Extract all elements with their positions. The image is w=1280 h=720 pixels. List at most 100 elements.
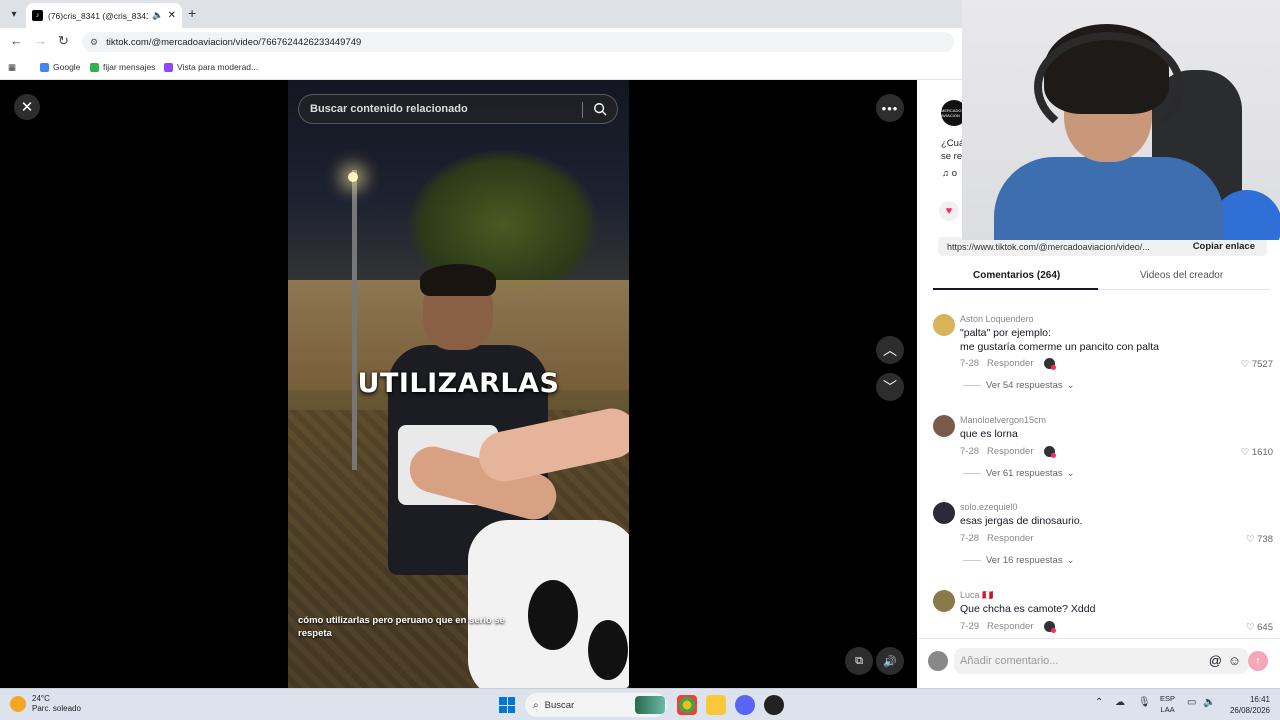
tiktok-icon: ♪	[32, 10, 43, 21]
reply-button[interactable]: Responder	[987, 533, 1033, 544]
forward-icon[interactable]: →	[34, 33, 47, 48]
comment-meta: 7-28 Responder	[960, 446, 1056, 458]
commenter-username[interactable]: solo.ezequiel0	[960, 502, 1018, 512]
bookmark-vista-moderador[interactable]: Vista para moderad...	[164, 62, 258, 72]
tab-close-icon[interactable]: ✕	[168, 10, 176, 21]
reload-icon[interactable]: ↻	[58, 33, 69, 49]
chrome-icon[interactable]	[677, 695, 697, 715]
search-icon[interactable]	[593, 102, 607, 116]
reply-button[interactable]: Responder	[987, 446, 1033, 457]
comment-text: "palta" por ejemplo: me gustaría comerme…	[960, 327, 1260, 354]
apps-icon[interactable]: ▦	[8, 62, 16, 73]
volume-icon[interactable]: 🔉	[1203, 697, 1215, 708]
commenter-avatar[interactable]	[933, 314, 955, 336]
taskbar-search[interactable]: ⌕ Buscar	[525, 693, 667, 717]
tab-search-icon[interactable]: ▾	[4, 4, 24, 24]
webcam-overlay	[962, 0, 1280, 240]
reply-button[interactable]: Responder	[987, 621, 1033, 632]
previous-video-button[interactable]: ︿	[876, 336, 904, 364]
commenter-username[interactable]: Manoloelvergon15cm	[960, 415, 1046, 425]
send-comment-button[interactable]: ↑	[1248, 651, 1268, 671]
like-count: 738	[1257, 534, 1273, 545]
view-replies-button[interactable]: Ver 16 respuestas ⌄	[963, 555, 1075, 566]
more-icon: •••	[881, 100, 899, 116]
comment-date: 7-28	[960, 533, 980, 544]
google-icon	[40, 62, 49, 72]
comment-likes[interactable]: ♡ 738	[1233, 534, 1273, 545]
network-icon[interactable]: ▭	[1187, 697, 1196, 708]
discord-icon[interactable]	[735, 695, 755, 715]
weather-sun-icon	[10, 696, 26, 713]
heart-outline-icon: ♡	[1240, 447, 1252, 458]
obs-icon[interactable]	[764, 695, 784, 715]
bookmarks-bar: ▦ Google fijar mensajes Vista para moder…	[0, 56, 962, 80]
comment-likes[interactable]: ♡ 7527	[1233, 359, 1273, 370]
emoji-icon[interactable]: ☺	[1228, 653, 1241, 668]
commenter-avatar[interactable]	[933, 590, 955, 612]
related-search-input[interactable]: Buscar contenido relacionado	[298, 94, 618, 124]
new-tab-button[interactable]: +	[188, 5, 196, 21]
address-bar-row: ← → ↻ ⚙ tiktok.com/@mercadoaviacion/vide…	[0, 28, 962, 56]
weather-desc: Parc. soleado	[32, 704, 81, 714]
bookmark-label: fijar mensajes	[103, 62, 156, 72]
like-count: 645	[1257, 622, 1273, 633]
comment-likes[interactable]: ♡ 645	[1233, 622, 1273, 633]
view-replies-button[interactable]: Ver 61 respuestas ⌄	[963, 468, 1075, 479]
like-count: 1610	[1251, 447, 1273, 458]
browser-tab[interactable]: ♪ (76)cris_8341 (@cris_8341) 🔈 ✕	[26, 3, 182, 28]
start-button[interactable]	[499, 697, 515, 713]
bookmark-fijar-mensajes[interactable]: fijar mensajes	[90, 62, 155, 72]
close-video-button[interactable]: ✕	[14, 94, 40, 120]
file-explorer-icon[interactable]	[706, 695, 726, 715]
picture-in-picture-button[interactable]: ⧉	[845, 647, 873, 675]
bookmark-google[interactable]: Google	[40, 62, 80, 72]
clock[interactable]: 16:41 26/08/2026	[1228, 694, 1270, 716]
like-count: 7527	[1251, 359, 1273, 370]
tab-comments[interactable]: Comentarios (264)	[973, 270, 1060, 281]
heart-icon: ♥	[945, 205, 953, 217]
add-comment-input[interactable]: Añadir comentario... @ ☺	[954, 648, 1248, 674]
copy-link-button[interactable]: Copiar enlace	[1179, 241, 1267, 252]
video-scene-pole	[352, 170, 357, 470]
lang-layout: LAA	[1160, 704, 1175, 714]
comment-composer: Añadir comentario... @ ☺ ↑	[917, 638, 1280, 688]
like-button[interactable]: ♥	[939, 201, 959, 221]
chevron-down-icon: ﹀	[883, 379, 897, 395]
lang-code: ESP	[1160, 694, 1176, 703]
commenter-username[interactable]: Luca 🇵🇪	[960, 590, 993, 601]
active-tab-underline	[933, 288, 1098, 290]
chevron-down-icon: ⌄	[1066, 380, 1075, 391]
comment-date: 7-29	[960, 621, 980, 632]
commenter-username[interactable]: Aston Loquendero	[960, 314, 1034, 324]
commenter-avatar[interactable]	[933, 502, 955, 524]
taskbar-search-label: Buscar	[544, 699, 575, 711]
arrow-up-icon: ↑	[1255, 655, 1261, 667]
tray-app-icon[interactable]: ☁	[1115, 697, 1125, 708]
weather-widget[interactable]: 24°C Parc. soleado	[10, 694, 81, 715]
url-field[interactable]: ⚙ tiktok.com/@mercadoaviacion/video/7667…	[82, 32, 954, 52]
volume-button[interactable]: 🔊	[876, 647, 904, 675]
mention-icon[interactable]: @	[1209, 653, 1222, 668]
url-text: tiktok.com/@mercadoaviacion/video/766762…	[106, 36, 362, 48]
current-user-avatar[interactable]	[928, 651, 948, 671]
language-indicator[interactable]: ESP LAA	[1160, 694, 1175, 715]
share-link-text: https://www.tiktok.com/@mercadoaviacion/…	[947, 241, 1150, 252]
speaker-icon[interactable]: 🔈	[152, 10, 163, 21]
view-replies-button[interactable]: Ver 54 respuestas ⌄	[963, 380, 1075, 391]
video-frame[interactable]: UTILIZARLAS cómo utilizarlas pero peruan…	[288, 80, 629, 688]
tray-overflow-icon[interactable]: ⌃	[1095, 697, 1103, 708]
back-icon[interactable]: ←	[10, 33, 23, 48]
more-options-button[interactable]: •••	[876, 94, 904, 122]
heart-outline-icon: ♡	[1245, 534, 1258, 545]
comment-line: "palta" por ejemplo:	[960, 327, 1051, 339]
microphone-icon[interactable]: 🎙	[1138, 697, 1151, 708]
search-icon: ⌕	[533, 699, 539, 711]
tab-creator-videos[interactable]: Videos del creador	[1140, 270, 1223, 281]
music-label[interactable]: ♫ o	[942, 168, 957, 179]
reply-button[interactable]: Responder	[987, 358, 1033, 369]
commenter-avatar[interactable]	[933, 415, 955, 437]
site-info-icon[interactable]: ⚙	[90, 37, 98, 48]
comment-likes[interactable]: ♡ 1610	[1233, 447, 1273, 458]
next-video-button[interactable]: ﹀	[876, 373, 904, 401]
music-text: o	[951, 168, 958, 179]
